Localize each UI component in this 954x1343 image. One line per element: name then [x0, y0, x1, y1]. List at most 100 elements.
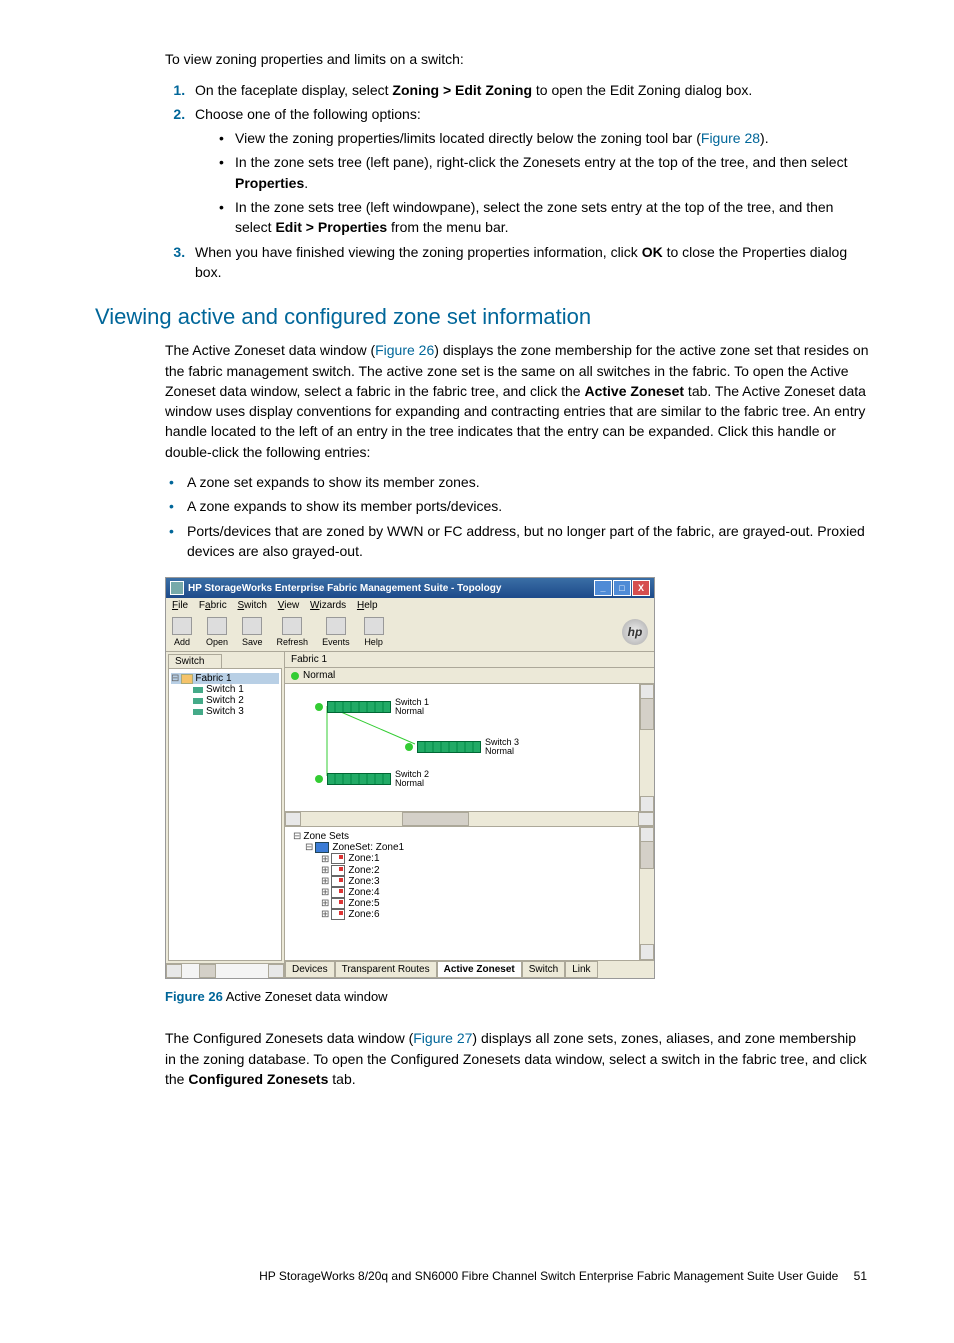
tab-switch[interactable]: Switch [522, 961, 565, 978]
window-title: HP StorageWorks Enterprise Fabric Manage… [188, 583, 594, 594]
node1-switch-icon [327, 701, 391, 713]
tool-refresh-label: Refresh [277, 637, 309, 647]
node1-label: Switch 1Normal [395, 698, 429, 716]
node1-status-icon [315, 703, 323, 711]
window-titlebar[interactable]: HP StorageWorks Enterprise Fabric Manage… [166, 578, 654, 598]
step-2: Choose one of the following options: Vie… [189, 104, 869, 238]
scroll-left-button[interactable] [166, 964, 182, 978]
zoneset-zone1[interactable]: ⊟ZoneSet: Zone1 [305, 842, 646, 853]
figure-28-link[interactable]: Figure 28 [701, 130, 760, 146]
hp-logo-icon: hp [622, 619, 648, 645]
p1-a: The Active Zoneset data window ( [165, 342, 375, 358]
page-number: 51 [854, 1269, 867, 1283]
s2o3-c: from the menu bar. [387, 219, 508, 235]
zoneset-root[interactable]: ⊟Zone Sets [293, 831, 646, 842]
zoneset-vscrollbar[interactable] [639, 827, 654, 960]
tree-sw2-label: Switch 2 [206, 695, 244, 706]
bullet-2: A zone expands to show its member ports/… [165, 496, 869, 516]
zone6-label: Zone:6 [348, 909, 379, 920]
tool-open[interactable]: Open [206, 617, 228, 647]
zone-4[interactable]: ⊞Zone:4 [321, 887, 646, 898]
tool-bar: Add Open Save Refresh Events Help hp [166, 613, 654, 652]
tool-help[interactable]: Help [364, 617, 384, 647]
scroll-track[interactable] [182, 964, 268, 978]
zone3-label: Zone:3 [348, 876, 379, 887]
menu-switch[interactable]: Switch [237, 600, 266, 611]
tree-switch-1[interactable]: Switch 1 [193, 684, 279, 695]
scroll-thumb[interactable] [199, 964, 216, 978]
s2o3-bold: Edit > Properties [275, 219, 387, 235]
section-heading: Viewing active and configured zone set i… [95, 304, 869, 330]
fabric-tree[interactable]: ⊟Fabric 1 Switch 1 Switch 2 Switch 3 [168, 668, 282, 961]
canvas-vscrollbar[interactable] [639, 684, 654, 812]
topology-node-switch-2[interactable]: Switch 2Normal [315, 770, 429, 788]
s2o1-b: ). [760, 130, 769, 146]
tab-devices[interactable]: Devices [285, 961, 335, 978]
step-1: On the faceplate display, select Zoning … [189, 80, 869, 100]
zoneset-tree[interactable]: ⊟Zone Sets ⊟ZoneSet: Zone1 ⊞Zone:1 ⊞Zone… [285, 827, 654, 924]
tree-switch-3[interactable]: Switch 3 [193, 706, 279, 717]
zone-2[interactable]: ⊞Zone:2 [321, 865, 646, 876]
zone-icon [331, 876, 345, 887]
node3-label: Switch 2Normal [395, 770, 429, 788]
tree-switch-2[interactable]: Switch 2 [193, 695, 279, 706]
zoneset-root-label: Zone Sets [303, 831, 349, 842]
node3-switch-icon [327, 773, 391, 785]
zone-1[interactable]: ⊞Zone:1 [321, 853, 646, 864]
menu-file[interactable]: File [172, 600, 188, 611]
figure-26-window: HP StorageWorks Enterprise Fabric Manage… [165, 577, 655, 979]
tool-save-label: Save [242, 637, 263, 647]
figure-26-text: Active Zoneset data window [223, 989, 388, 1004]
s2o2-c: . [304, 175, 308, 191]
zoneset-icon [315, 842, 329, 853]
figure-26-caption: Figure 26 Active Zoneset data window [165, 989, 869, 1004]
tool-help-label: Help [364, 637, 383, 647]
switch-tab[interactable]: Switch [168, 654, 222, 668]
figure-26-link[interactable]: Figure 26 [375, 342, 434, 358]
topology-node-switch-1[interactable]: Switch 1Normal [315, 698, 429, 716]
maximize-button[interactable]: □ [613, 580, 631, 596]
topology-canvas[interactable]: Switch 1Normal Switch 3Normal Switch 2No… [285, 684, 654, 827]
node3-status-icon [315, 775, 323, 783]
step1-bold: Zoning > Edit Zoning [392, 82, 532, 98]
zone-icon [331, 898, 345, 909]
canvas-hscrollbar[interactable] [285, 811, 654, 826]
tree-sw1-label: Switch 1 [206, 684, 244, 695]
minimize-button[interactable]: _ [594, 580, 612, 596]
menu-view[interactable]: View [278, 600, 300, 611]
tree-fabric-1[interactable]: ⊟Fabric 1 [171, 673, 279, 684]
zone-5[interactable]: ⊞Zone:5 [321, 898, 646, 909]
para-1: The Active Zoneset data window (Figure 2… [165, 340, 869, 462]
tool-add[interactable]: Add [172, 617, 192, 647]
left-scrollbar[interactable] [166, 963, 284, 978]
tool-events[interactable]: Events [322, 617, 350, 647]
close-button[interactable]: X [632, 580, 650, 596]
tool-save[interactable]: Save [242, 617, 263, 647]
tool-refresh[interactable]: Refresh [277, 617, 309, 647]
step2-opt2: In the zone sets tree (left pane), right… [217, 152, 869, 193]
s2o2-bold: Properties [235, 175, 304, 191]
p1-bold1: Active Zoneset [584, 383, 684, 399]
zone-3[interactable]: ⊞Zone:3 [321, 876, 646, 887]
p2-bold1: Configured Zonesets [188, 1071, 328, 1087]
step1-a: On the faceplate display, select [195, 82, 392, 98]
menu-fabric[interactable]: Fabric [199, 600, 227, 611]
step2-opt1: View the zoning properties/limits locate… [217, 128, 869, 148]
zone-icon [331, 909, 345, 920]
tab-transparent-routes[interactable]: Transparent Routes [335, 961, 437, 978]
footer-text: HP StorageWorks 8/20q and SN6000 Fibre C… [259, 1269, 838, 1283]
topology-node-switch-3[interactable]: Switch 3Normal [405, 738, 519, 756]
menu-wizards[interactable]: Wizards [310, 600, 346, 611]
scroll-right-button[interactable] [268, 964, 284, 978]
step3-bold: OK [642, 244, 663, 260]
tab-active-zoneset[interactable]: Active Zoneset [437, 961, 522, 978]
fabric-status: Normal [285, 668, 654, 684]
app-icon [170, 581, 184, 595]
menu-help[interactable]: Help [357, 600, 378, 611]
node2-status-icon [405, 743, 413, 751]
tool-events-label: Events [322, 637, 350, 647]
tab-link[interactable]: Link [565, 961, 597, 978]
zone-6[interactable]: ⊞Zone:6 [321, 909, 646, 920]
bullet-3: Ports/devices that are zoned by WWN or F… [165, 521, 869, 562]
figure-27-link[interactable]: Figure 27 [413, 1030, 472, 1046]
